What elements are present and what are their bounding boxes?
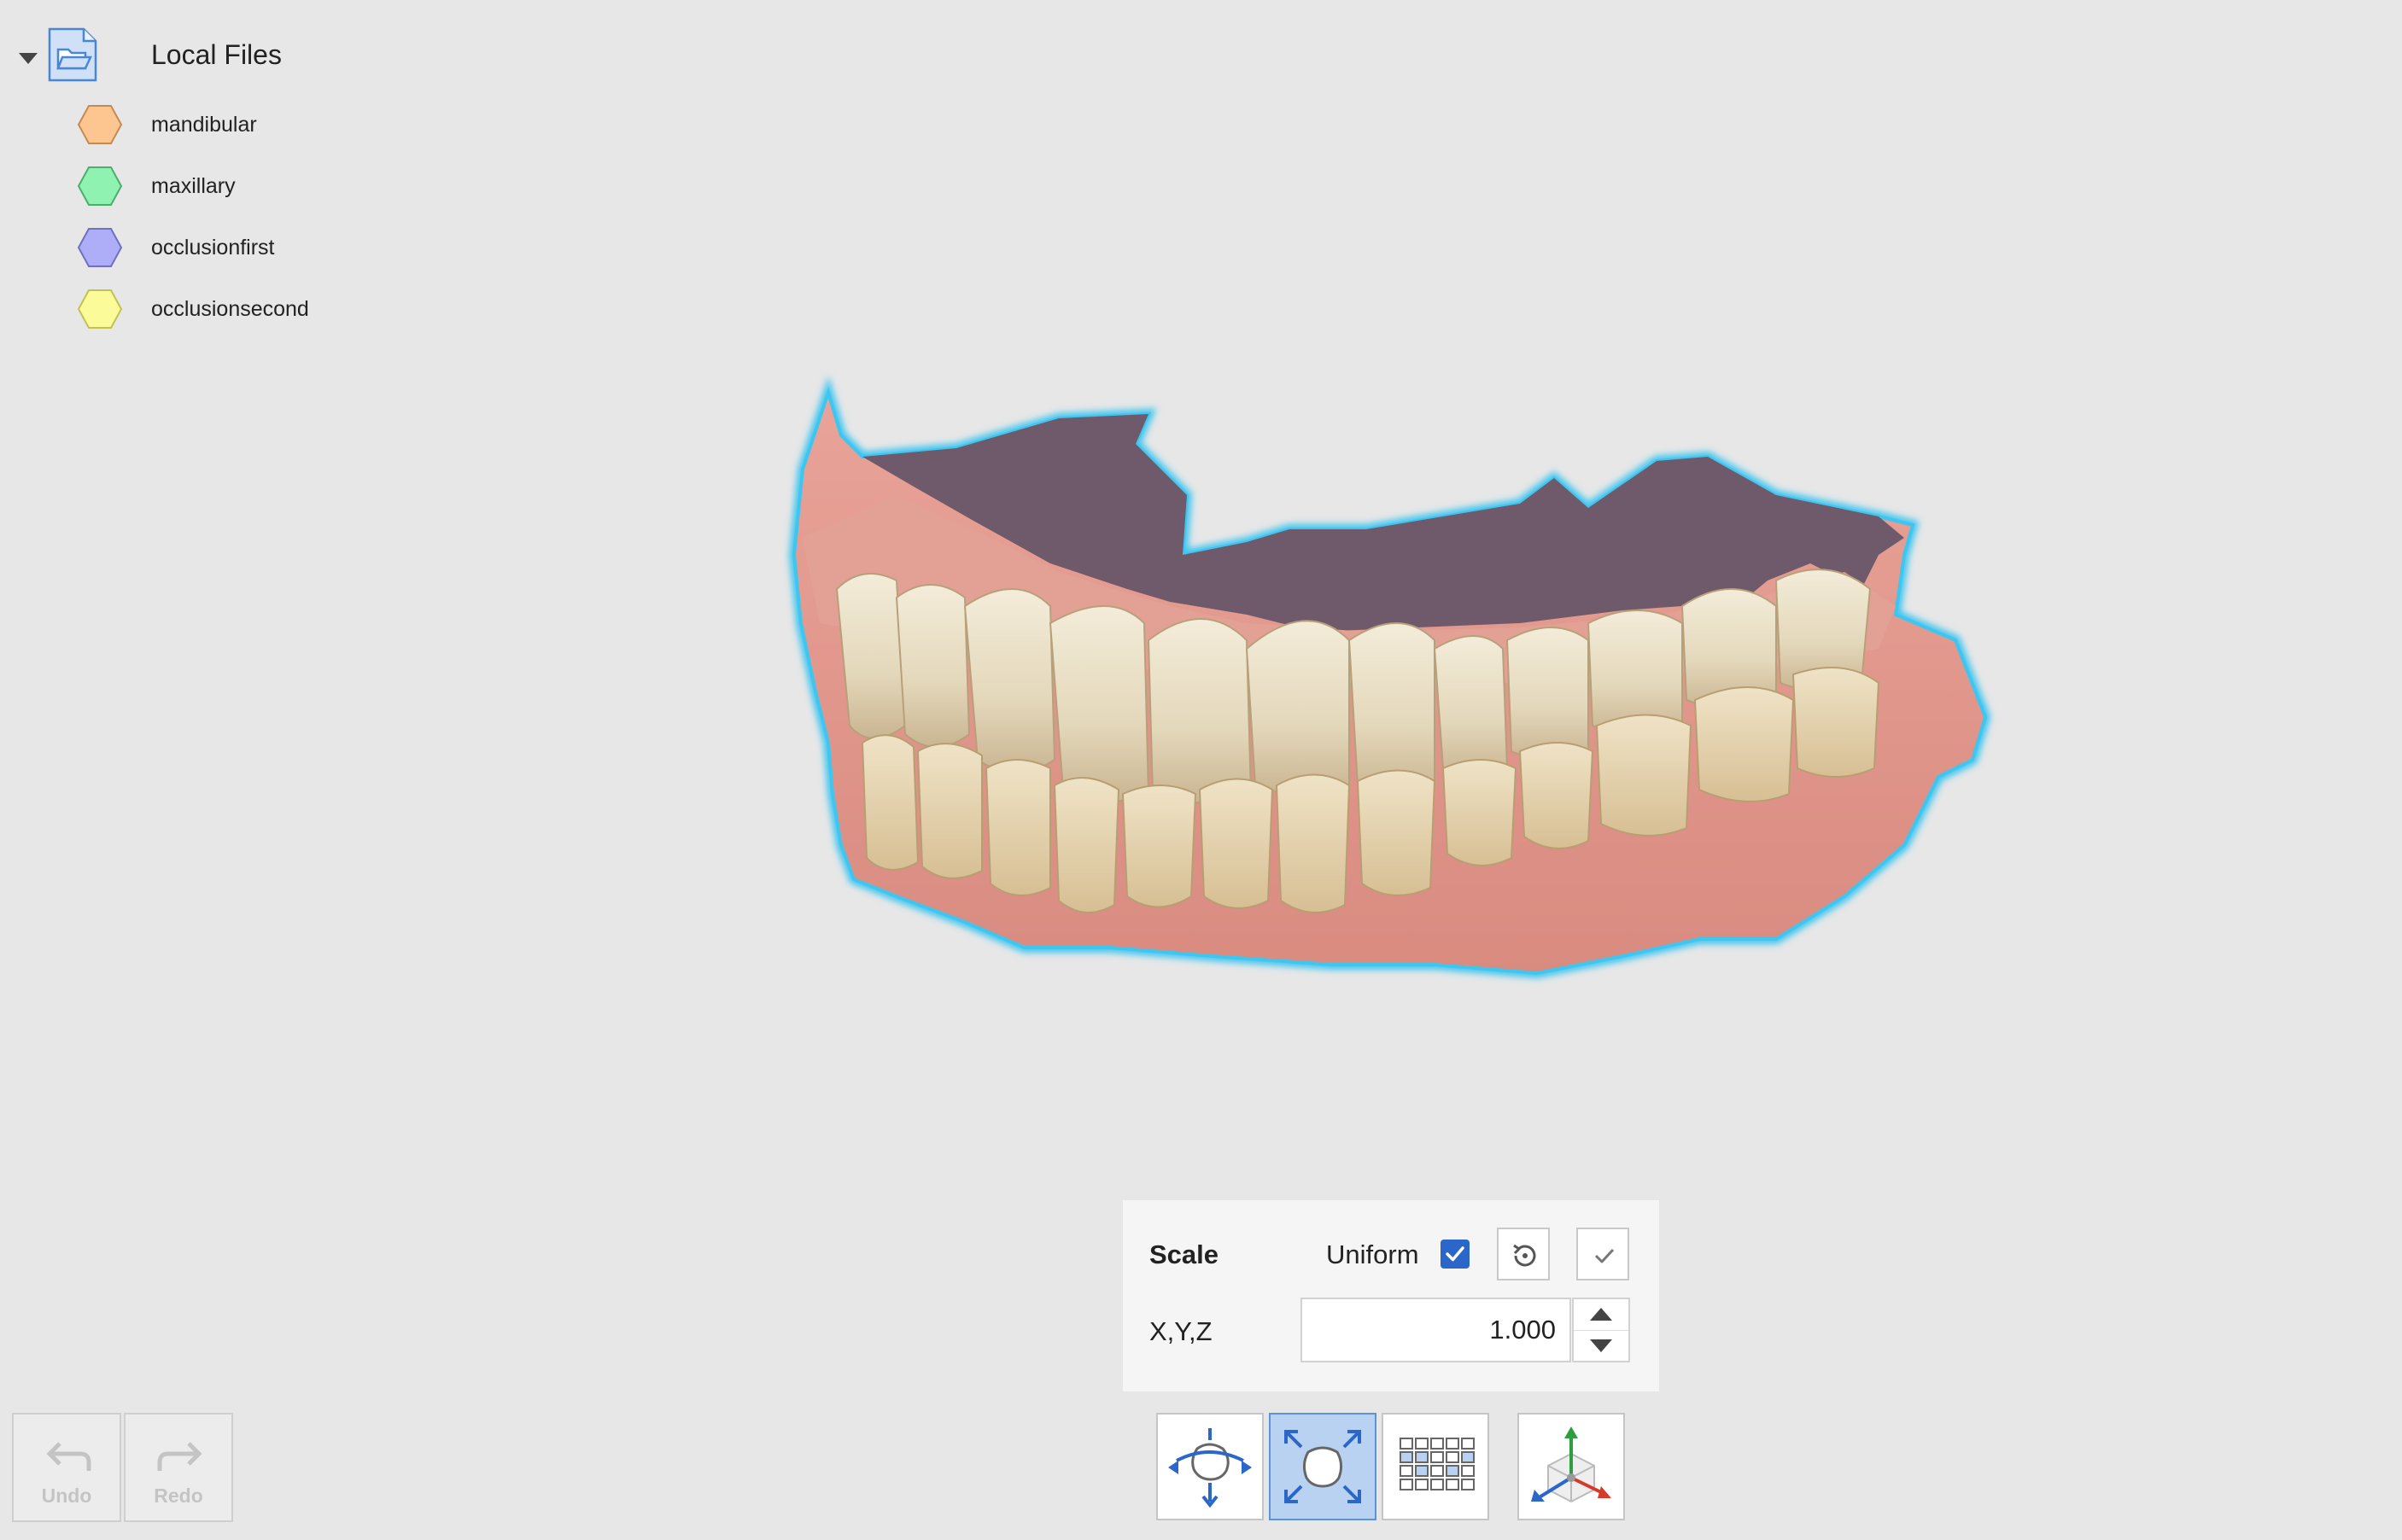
tree-item-occlusionfirst[interactable]: occlusionfirst: [0, 222, 376, 273]
grid-tool-button[interactable]: [1382, 1413, 1489, 1520]
arrow-up-icon: [1590, 1308, 1612, 1321]
mesh-hexagon-icon: [77, 105, 123, 144]
decrement-button[interactable]: [1574, 1331, 1628, 1361]
undo-label: Undo: [41, 1485, 92, 1507]
folder-icon: [48, 27, 97, 82]
check-icon: [1594, 1248, 1615, 1263]
tree-item-occlusionsecond[interactable]: occlusionsecond: [0, 283, 376, 335]
reset-icon: [1513, 1244, 1536, 1267]
grid-icon: [1400, 1438, 1475, 1490]
reset-scale-button[interactable]: [1497, 1228, 1550, 1280]
redo-label: Redo: [154, 1485, 203, 1507]
checkmark-icon: [1446, 1246, 1464, 1262]
arrow-down-icon: [1590, 1339, 1612, 1352]
tree-item-maxillary[interactable]: maxillary: [0, 160, 376, 212]
xyz-scale-input[interactable]: [1300, 1298, 1571, 1362]
xyz-stepper: [1572, 1298, 1630, 1362]
undo-arrow-icon: [46, 1442, 91, 1471]
scale-icon: [1284, 1430, 1361, 1503]
tree-item-label: maxillary: [151, 174, 236, 198]
uniform-checkbox[interactable]: [1441, 1240, 1470, 1269]
tree-root-label: Local Files: [151, 39, 282, 70]
undo-button[interactable]: Undo: [12, 1413, 121, 1522]
increment-button[interactable]: [1574, 1299, 1628, 1331]
tree-item-mandibular[interactable]: mandibular: [0, 99, 376, 150]
redo-button[interactable]: Redo: [124, 1413, 233, 1522]
redo-arrow-icon: [157, 1442, 202, 1471]
collapse-caret-icon[interactable]: [19, 53, 38, 64]
rotate-icon: [1168, 1428, 1252, 1508]
apply-scale-button[interactable]: [1576, 1228, 1629, 1280]
uniform-label: Uniform: [1326, 1240, 1419, 1269]
scale-panel: Scale Uniform X,Y,Z: [1123, 1200, 1659, 1391]
scale-tool-button[interactable]: [1269, 1413, 1376, 1520]
tree-item-label: mandibular: [151, 113, 257, 137]
dental-scan-model[interactable]: [769, 367, 2015, 999]
xyz-label: X,Y,Z: [1149, 1316, 1213, 1346]
tree-item-label: occlusionfirst: [151, 236, 275, 260]
mesh-hexagon-icon: [77, 289, 123, 329]
mesh-hexagon-icon: [77, 166, 123, 206]
scale-title: Scale: [1149, 1240, 1219, 1269]
rotate-tool-button[interactable]: [1156, 1413, 1264, 1520]
mesh-hexagon-icon: [77, 228, 123, 267]
tree-root-local-files[interactable]: Local Files: [0, 24, 359, 92]
xyz-axis-icon: [1531, 1426, 1611, 1503]
axis-tool-button[interactable]: [1517, 1413, 1625, 1520]
tree-item-label: occlusionsecond: [151, 297, 309, 321]
